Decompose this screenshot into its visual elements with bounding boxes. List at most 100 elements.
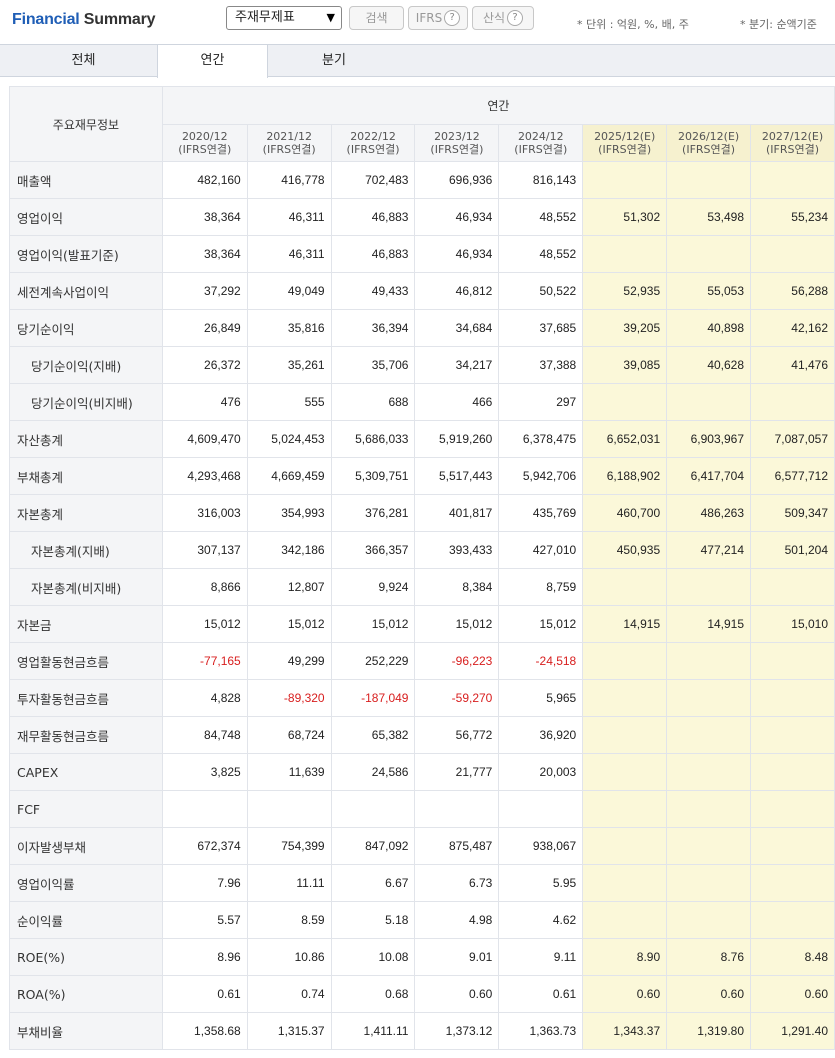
table-cell: 5.18 xyxy=(330,901,416,939)
row-label[interactable]: 투자활동현금흐름 xyxy=(9,679,163,717)
tab-all[interactable]: 전체 xyxy=(10,45,157,77)
row-label[interactable]: 영업이익 xyxy=(9,198,163,236)
table-cell xyxy=(246,790,332,828)
table-cell: 4.62 xyxy=(498,901,584,939)
table-cell: 42,162 xyxy=(750,309,835,347)
table-cell: 8.59 xyxy=(246,901,332,939)
table-cell: 8.48 xyxy=(750,938,835,976)
row-label[interactable]: 세전계속사업이익 xyxy=(9,272,163,310)
search-button[interactable]: 검색 xyxy=(349,6,404,30)
table-cell: 56,772 xyxy=(414,716,500,754)
period-header: 2024/12 (IFRS연결) xyxy=(498,124,584,162)
row-label[interactable]: ROE(%) xyxy=(9,938,163,976)
table-cell xyxy=(666,753,752,791)
table-cell: 1,291.40 xyxy=(750,1012,835,1050)
table-row: 영업이익률 7.96 11.11 6.67 6.73 5.95 xyxy=(9,864,835,902)
table-cell: 34,217 xyxy=(414,346,500,384)
table-cell: 6.73 xyxy=(414,864,500,902)
table-cell xyxy=(750,716,835,754)
row-label[interactable]: 당기순이익(지배) xyxy=(9,346,163,384)
table-cell: 0.74 xyxy=(246,975,332,1013)
table-cell: 39,205 xyxy=(582,309,668,347)
row-label[interactable]: FCF xyxy=(9,790,163,828)
table-cell: 26,849 xyxy=(161,309,248,347)
table-cell xyxy=(750,901,835,939)
row-label[interactable]: 영업이익률 xyxy=(9,864,163,902)
row-label[interactable]: 매출액 xyxy=(9,161,163,199)
table-cell: 9.01 xyxy=(414,938,500,976)
table-cell: 1,343.37 xyxy=(582,1012,668,1050)
unit-note: * 단위 : 억원, %, 배, 주 xyxy=(577,18,689,31)
table-cell xyxy=(666,827,752,865)
row-label[interactable]: 자본총계(비지배) xyxy=(9,568,163,606)
table-cell: 9.11 xyxy=(498,938,584,976)
table-cell xyxy=(750,568,835,606)
row-label[interactable]: 자본금 xyxy=(9,605,163,643)
formula-help-button[interactable]: 산식? xyxy=(472,6,534,30)
table-cell: 6,378,475 xyxy=(498,420,584,458)
table-cell: 12,807 xyxy=(246,568,332,606)
row-label[interactable]: 당기순이익 xyxy=(9,309,163,347)
table-cell: 1,363.73 xyxy=(498,1012,584,1050)
table-row: ROE(%) 8.96 10.86 10.08 9.01 9.11 8.90 8.76 8.48 xyxy=(9,938,835,976)
financial-summary-table: 주요재무정보 연간 2020/12 (IFRS연결) 2021/12 (IFRS연결)… xyxy=(9,86,835,1050)
row-label[interactable]: 부채총계 xyxy=(9,457,163,495)
tab-annual[interactable]: 연간 xyxy=(157,45,268,78)
row-label[interactable]: 영업이익(발표기준) xyxy=(9,235,163,273)
table-cell xyxy=(750,790,835,828)
row-label[interactable]: 영업활동현금흐름 xyxy=(9,642,163,680)
table-cell: 416,778 xyxy=(246,161,332,199)
table-row: 세전계속사업이익 37,292 49,049 49,433 46,812 50,522 52… xyxy=(9,272,835,310)
row-label[interactable]: 당기순이익(비지배) xyxy=(9,383,163,421)
table-cell: 24,586 xyxy=(330,753,416,791)
table-cell: 476 xyxy=(161,383,248,421)
row-label[interactable]: ROA(%) xyxy=(9,975,163,1013)
table-cell: 20,003 xyxy=(498,753,584,791)
tab-quarterly[interactable]: 분기 xyxy=(268,45,400,77)
table-cell: 5,686,033 xyxy=(330,420,416,458)
period-year: 2025/12(E) xyxy=(594,130,656,143)
table-cell: 875,487 xyxy=(414,827,500,865)
table-cell: 702,483 xyxy=(330,161,416,199)
statement-type-select[interactable]: 주재무제표 ▼ xyxy=(226,6,342,30)
table-cell xyxy=(750,753,835,791)
row-label[interactable]: 자산총계 xyxy=(9,420,163,458)
table-row: 영업이익(발표기준) 38,364 46,311 46,883 46,934 48,552 xyxy=(9,235,835,273)
table-cell xyxy=(414,790,500,828)
table-cell: 5,024,453 xyxy=(246,420,332,458)
table-cell: 5,965 xyxy=(498,679,584,717)
table-row: 이자발생부채 672,374 754,399 847,092 875,487 938,06… xyxy=(9,827,835,865)
table-cell: 36,394 xyxy=(330,309,416,347)
table-cell: 49,433 xyxy=(330,272,416,310)
table-cell xyxy=(666,901,752,939)
table-cell: 48,552 xyxy=(498,198,584,236)
row-label[interactable]: 부채비율 xyxy=(9,1012,163,1050)
table-cell: 84,748 xyxy=(161,716,248,754)
table-cell: 35,261 xyxy=(246,346,332,384)
row-label[interactable]: 이자발생부채 xyxy=(9,827,163,865)
table-cell: 3,825 xyxy=(161,753,248,791)
table-cell: 4.98 xyxy=(414,901,500,939)
table-cell: 46,812 xyxy=(414,272,500,310)
table-row: 부채비율 1,358.68 1,315.37 1,411.11 1,373.12 1,36… xyxy=(9,1012,835,1050)
table-cell: 48,552 xyxy=(498,235,584,273)
row-label[interactable]: CAPEX xyxy=(9,753,163,791)
table-row: 자산총계 4,609,470 5,024,453 5,686,033 5,919,260… xyxy=(9,420,835,458)
table-cell xyxy=(582,642,668,680)
row-label[interactable]: 재무활동현금흐름 xyxy=(9,716,163,754)
table-row: 자본총계(비지배) 8,866 12,807 9,924 8,384 8,759 xyxy=(9,568,835,606)
table-cell: 46,934 xyxy=(414,235,500,273)
ifrs-help-button[interactable]: IFRS? xyxy=(408,6,468,30)
row-label[interactable]: 순이익률 xyxy=(9,901,163,939)
row-label[interactable]: 자본총계 xyxy=(9,494,163,532)
table-cell: 15,010 xyxy=(750,605,835,643)
table-cell: 6,903,967 xyxy=(666,420,752,458)
table-cell: 555 xyxy=(246,383,332,421)
table-cell: 0.61 xyxy=(161,975,248,1013)
table-cell xyxy=(750,383,835,421)
table-cell: 316,003 xyxy=(161,494,248,532)
row-label[interactable]: 자본총계(지배) xyxy=(9,531,163,569)
table-row: 당기순이익(지배) 26,372 35,261 35,706 34,217 37,388 3… xyxy=(9,346,835,384)
period-header: 2026/12(E) (IFRS연결) xyxy=(666,124,752,162)
table-cell: 15,012 xyxy=(498,605,584,643)
